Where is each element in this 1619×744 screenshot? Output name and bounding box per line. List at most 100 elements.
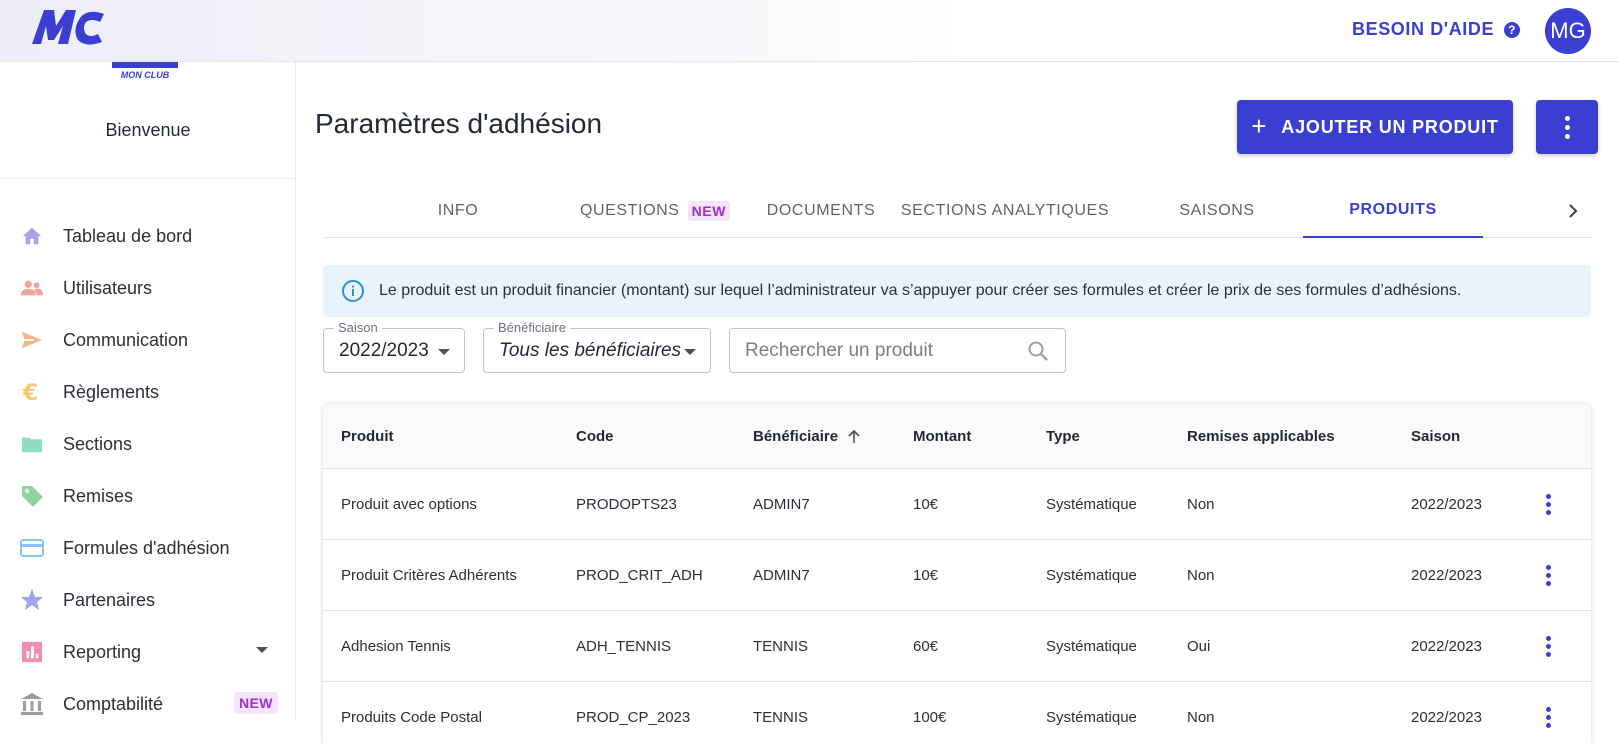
cell-remises: Oui bbox=[1187, 638, 1211, 655]
help-label: BESOIN D'AIDE bbox=[1352, 19, 1495, 39]
column-header-montant[interactable]: Montant bbox=[913, 428, 971, 445]
search-icon[interactable] bbox=[1026, 339, 1050, 363]
sidebar-item-formules-adhesion[interactable]: Formules d'adhésion bbox=[0, 522, 295, 574]
top-bar: BESOIN D'AIDE ? MG bbox=[0, 0, 1619, 62]
sidebar-item-label: Remises bbox=[63, 485, 134, 506]
sidebar-item-reglements[interactable]: € Règlements bbox=[0, 366, 295, 418]
cell-remises: Non bbox=[1187, 709, 1215, 726]
column-header-code[interactable]: Code bbox=[576, 428, 614, 445]
cell-saison: 2022/2023 bbox=[1411, 567, 1482, 584]
add-product-label: AJOUTER UN PRODUIT bbox=[1281, 116, 1499, 137]
cell-montant: 100€ bbox=[913, 709, 947, 726]
column-header-saison[interactable]: Saison bbox=[1411, 428, 1460, 445]
tab-label: SAISONS bbox=[1179, 202, 1255, 219]
dropdown-arrow-icon bbox=[438, 349, 450, 355]
chevron-down-icon[interactable] bbox=[256, 647, 268, 653]
tag-icon bbox=[20, 484, 44, 508]
column-header-beneficiaire[interactable]: Bénéficiaire bbox=[753, 428, 862, 445]
table-row[interactable]: Produit Critères Adhérents PROD_CRIT_ADH… bbox=[323, 540, 1591, 611]
info-banner: Le produit est un produit financier (mon… bbox=[323, 265, 1591, 317]
sidebar-item-label: Utilisateurs bbox=[63, 277, 153, 298]
sidebar-item-communication[interactable]: Communication bbox=[0, 314, 295, 366]
plus-icon: + bbox=[1251, 111, 1268, 141]
table-row[interactable]: Produits Code Postal PROD_CP_2023 TENNIS… bbox=[323, 682, 1591, 744]
avatar[interactable]: MG bbox=[1545, 8, 1591, 54]
search-input[interactable] bbox=[745, 339, 1015, 363]
row-more-icon[interactable] bbox=[1539, 491, 1557, 517]
star-icon bbox=[20, 588, 44, 612]
column-header-remises[interactable]: Remises applicables bbox=[1187, 428, 1335, 445]
sidebar-item-remises[interactable]: Remises bbox=[0, 470, 295, 522]
tab-label: DOCUMENTS bbox=[766, 202, 876, 219]
sidebar: MON CLUB Bienvenue Tableau de bord Utili… bbox=[0, 62, 296, 720]
tab-sections-analytiques[interactable]: SECTIONS ANALYTIQUES bbox=[895, 184, 1115, 238]
sidebar-item-label: Comptabilité bbox=[63, 693, 164, 714]
products-table: Produit Code Bénéficiaire Montant Type R… bbox=[323, 404, 1591, 744]
credit-card-icon bbox=[20, 536, 44, 560]
sidebar-nav: Tableau de bord Utilisateurs Communicati… bbox=[0, 210, 295, 720]
sidebar-item-label: Formules d'adhésion bbox=[63, 537, 230, 558]
cell-type: Systématique bbox=[1046, 496, 1137, 513]
sidebar-item-label: Règlements bbox=[63, 381, 160, 402]
column-header-produit[interactable]: Produit bbox=[341, 428, 394, 445]
bank-icon bbox=[20, 692, 44, 716]
send-icon bbox=[20, 328, 44, 352]
sidebar-item-comptabilite[interactable]: Comptabilité NEW bbox=[0, 678, 295, 720]
column-header-label: Bénéficiaire bbox=[753, 428, 839, 445]
beneficiary-select[interactable]: Bénéficiaire Tous les bénéficiaires bbox=[483, 320, 711, 373]
cell-produit: Produit avec options bbox=[341, 496, 477, 513]
season-select[interactable]: Saison 2022/2023 bbox=[323, 320, 465, 373]
chevron-right-icon[interactable] bbox=[1561, 199, 1585, 223]
cell-type: Systématique bbox=[1046, 709, 1137, 726]
sidebar-divider bbox=[0, 178, 295, 179]
sidebar-item-reporting[interactable]: Reporting bbox=[0, 626, 295, 678]
welcome-text: Bienvenue bbox=[105, 120, 191, 140]
table-header: Produit Code Bénéficiaire Montant Type R… bbox=[323, 404, 1591, 469]
cell-code: ADH_TENNIS bbox=[576, 638, 672, 655]
product-search bbox=[729, 328, 1066, 373]
sidebar-item-sections[interactable]: Sections bbox=[0, 418, 295, 470]
dropdown-arrow-icon bbox=[684, 349, 696, 355]
more-options-button[interactable] bbox=[1536, 100, 1598, 154]
row-more-icon[interactable] bbox=[1539, 633, 1557, 659]
new-badge: NEW bbox=[687, 201, 731, 221]
table-row[interactable]: Produit avec options PRODOPTS23 ADMIN7 1… bbox=[323, 469, 1591, 540]
sort-ascending-icon[interactable] bbox=[846, 429, 862, 445]
tab-saisons[interactable]: SAISONS bbox=[1127, 184, 1307, 238]
cell-montant: 10€ bbox=[913, 496, 939, 513]
cell-produit: Produit Critères Adhérents bbox=[341, 567, 517, 584]
cell-produit: Produits Code Postal bbox=[341, 709, 482, 726]
cell-beneficiaire: TENNIS bbox=[753, 638, 809, 655]
info-text: Le produit est un produit financier (mon… bbox=[379, 282, 1462, 299]
page-title: Paramètres d'adhésion bbox=[315, 108, 603, 139]
cell-montant: 60€ bbox=[913, 638, 939, 655]
sidebar-item-partenaires[interactable]: Partenaires bbox=[0, 574, 295, 626]
info-icon bbox=[342, 280, 364, 302]
beneficiary-label: Bénéficiaire bbox=[494, 320, 570, 335]
cell-saison: 2022/2023 bbox=[1411, 638, 1482, 655]
help-link[interactable]: BESOIN D'AIDE ? bbox=[1352, 19, 1521, 40]
table-row[interactable]: Adhesion Tennis ADH_TENNIS TENNIS 60€ Sy… bbox=[323, 611, 1591, 682]
tab-produits[interactable]: PRODUITS bbox=[1303, 184, 1483, 238]
sidebar-item-label: Partenaires bbox=[63, 589, 156, 610]
sidebar-item-utilisateurs[interactable]: Utilisateurs bbox=[0, 262, 295, 314]
column-header-type[interactable]: Type bbox=[1046, 428, 1080, 445]
cell-beneficiaire: ADMIN7 bbox=[753, 496, 810, 513]
cell-code: PRODOPTS23 bbox=[576, 496, 677, 513]
add-product-button[interactable]: + AJOUTER UN PRODUIT bbox=[1237, 100, 1513, 154]
club-logo[interactable] bbox=[26, 6, 110, 50]
beneficiary-value: Tous les bénéficiaires bbox=[499, 340, 682, 361]
tab-label: QUESTIONS bbox=[579, 202, 680, 219]
row-more-icon[interactable] bbox=[1539, 704, 1557, 730]
euro-icon: € bbox=[20, 380, 44, 404]
cell-type: Systématique bbox=[1046, 638, 1137, 655]
bar-chart-icon bbox=[20, 640, 44, 664]
folder-icon bbox=[20, 432, 44, 456]
tab-documents[interactable]: DOCUMENTS bbox=[736, 184, 906, 238]
row-more-icon[interactable] bbox=[1539, 562, 1557, 588]
sidebar-item-label: Reporting bbox=[63, 641, 142, 662]
sidebar-item-tableau-de-bord[interactable]: Tableau de bord bbox=[0, 210, 295, 262]
question-circle-icon: ? bbox=[1504, 21, 1521, 38]
tab-label: PRODUITS bbox=[1349, 201, 1437, 218]
new-badge: NEW bbox=[234, 692, 278, 714]
